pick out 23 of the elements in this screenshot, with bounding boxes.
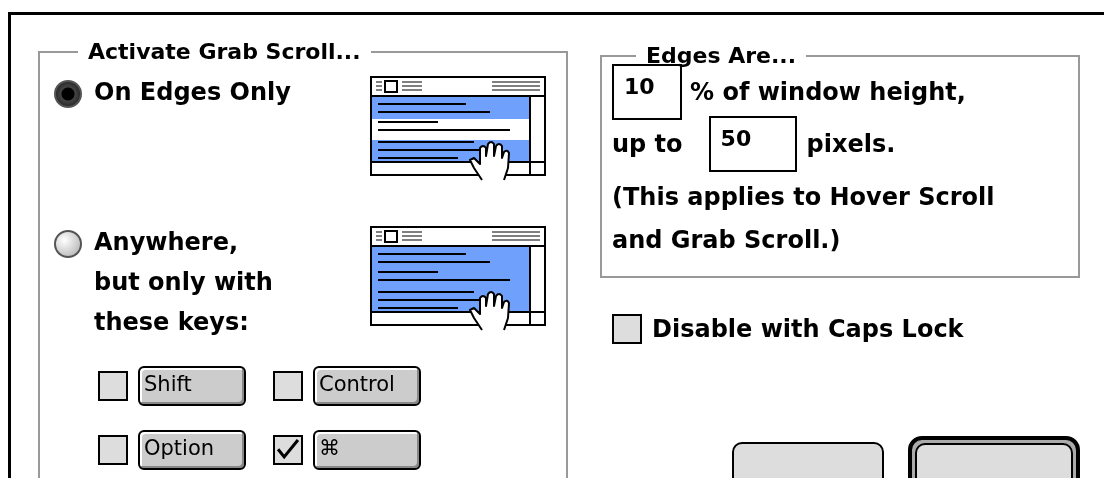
modifier-key-button[interactable]: ⌘ <box>313 430 421 470</box>
percent-input-field[interactable]: 10 <box>612 64 682 120</box>
radio-button[interactable] <box>54 80 82 108</box>
note-text: (This applies to Hover Scroll and Grab Scroll.) <box>612 182 996 256</box>
pixels-input-field[interactable]: 50 <box>708 116 797 172</box>
modifier-key-button[interactable]: Shift <box>138 366 246 406</box>
modifier-key-button[interactable]: Control <box>313 366 421 406</box>
checkbox[interactable] <box>612 314 642 344</box>
radio-button[interactable] <box>54 230 82 258</box>
modifier-key-button[interactable]: Option <box>138 430 246 470</box>
group-title: Activate Grab Scroll... <box>87 39 362 64</box>
default-dialog-button[interactable] <box>908 436 1080 478</box>
checkbox[interactable] <box>273 371 303 401</box>
pixels-label: pixels. <box>806 130 896 158</box>
checkbox-label[interactable]: Disable with Caps Lock <box>652 315 964 343</box>
dialog-button[interactable] <box>732 442 884 478</box>
checkbox[interactable] <box>98 435 128 465</box>
checkbox[interactable] <box>273 435 303 465</box>
percent-label: % of window height, <box>690 78 966 106</box>
radio-label[interactable]: Anywhere, but only with these keys: <box>94 222 282 342</box>
checkbox[interactable] <box>98 371 128 401</box>
radio-label[interactable]: On Edges Only <box>94 72 291 112</box>
up-to-label: up to <box>612 130 683 158</box>
